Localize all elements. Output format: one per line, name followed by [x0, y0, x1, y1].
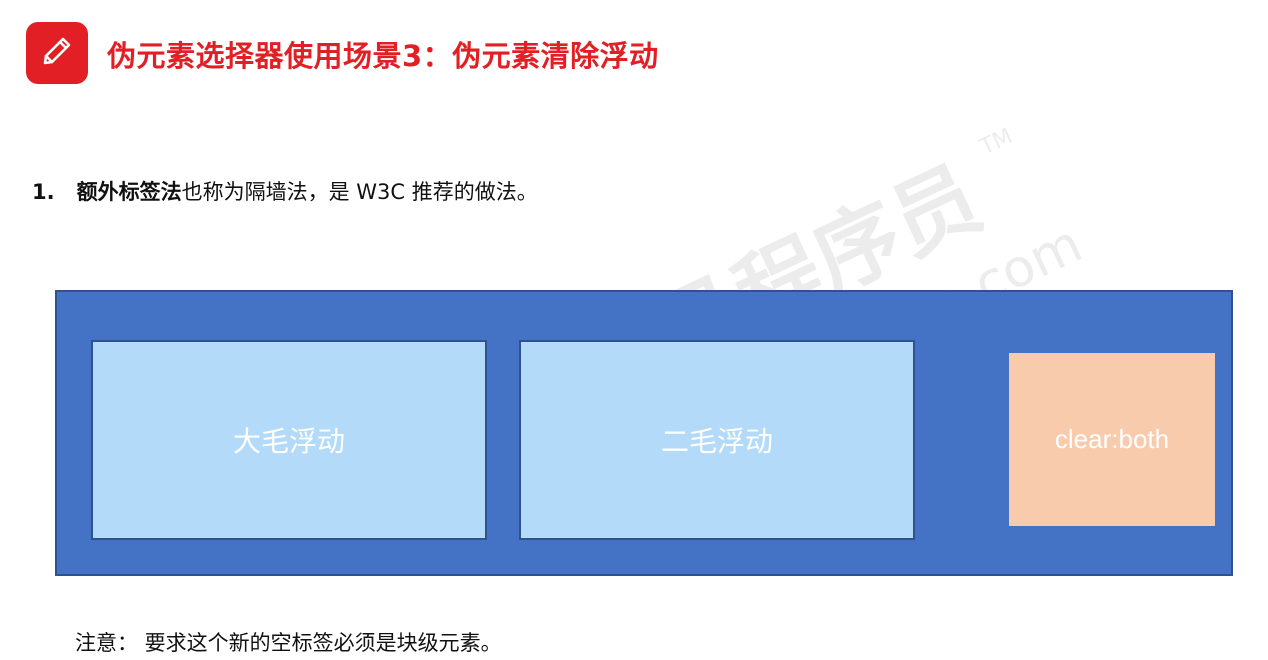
list-item-text: 也称为隔墙法，是 W3C 推荐的做法。: [181, 180, 538, 204]
clear-both-label: clear:both: [1054, 424, 1170, 454]
list-item-1: 1. 额外标签法也称为隔墙法，是 W3C 推荐的做法。: [32, 176, 538, 206]
page-title: 伪元素选择器使用场景3：伪元素清除浮动: [107, 39, 659, 73]
float-box-1-label: 大毛浮动: [232, 425, 345, 458]
title-badge: [26, 22, 88, 84]
clear-both-box: clear:both: [1009, 353, 1215, 526]
note-text: 注意： 要求这个新的空标签必须是块级元素。: [75, 631, 502, 655]
pencil-icon: [39, 33, 75, 73]
watermark-tm: TM: [976, 124, 1017, 161]
list-item-strong: 额外标签法: [76, 180, 182, 204]
float-box-2-label: 二毛浮动: [660, 425, 773, 458]
float-box-2: 二毛浮动: [519, 340, 915, 540]
float-box-1: 大毛浮动: [91, 340, 487, 540]
list-number: 1.: [32, 180, 55, 204]
